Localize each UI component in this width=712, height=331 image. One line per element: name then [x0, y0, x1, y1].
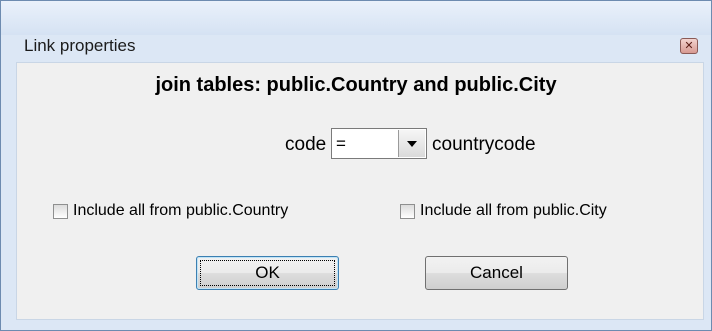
- title-bar[interactable]: [1, 1, 711, 35]
- focus-rectangle: [200, 260, 335, 286]
- dropdown-arrow-button[interactable]: [398, 130, 425, 157]
- cancel-button-label: Cancel: [470, 263, 523, 282]
- cancel-button[interactable]: Cancel: [425, 256, 568, 290]
- join-heading: join tables: public.Country and public.C…: [155, 74, 557, 96]
- operator-value: =: [336, 134, 346, 153]
- right-field-label: countrycode: [432, 134, 536, 155]
- include-all-country-checkbox[interactable]: [53, 204, 68, 219]
- include-all-country-label[interactable]: Include all from public.Country: [73, 202, 288, 220]
- include-all-city-checkbox[interactable]: [400, 204, 415, 219]
- ok-button[interactable]: OK: [196, 256, 339, 290]
- dialog-body: [16, 62, 704, 320]
- dialog-title: Link properties: [24, 36, 136, 55]
- close-icon: ✕: [684, 39, 694, 52]
- close-button[interactable]: ✕: [680, 38, 698, 54]
- chevron-down-icon: [407, 140, 417, 147]
- operator-dropdown[interactable]: =: [331, 128, 427, 159]
- left-field-label: code: [285, 134, 327, 155]
- include-all-city-label[interactable]: Include all from public.City: [420, 202, 607, 220]
